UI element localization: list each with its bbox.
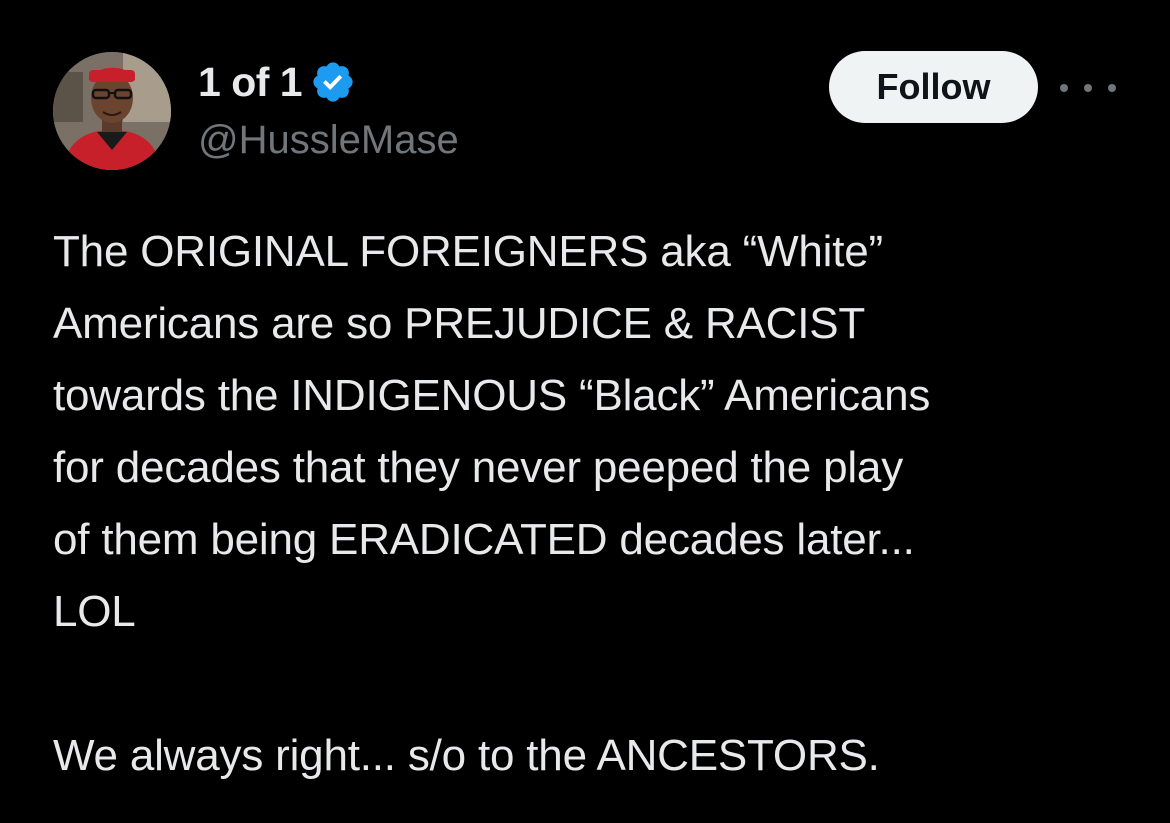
- follow-button[interactable]: Follow: [829, 51, 1038, 123]
- author-handle[interactable]: @HussleMase: [198, 114, 459, 166]
- author-display-name[interactable]: 1 of 1: [198, 56, 303, 108]
- more-options-button[interactable]: [1060, 72, 1116, 104]
- tweet-line: towards the INDIGENOUS “Black” Americans: [53, 371, 931, 420]
- tweet-line: Americans are so PREJUDICE & RACIST: [53, 299, 866, 348]
- author-avatar[interactable]: [53, 52, 171, 170]
- tweet-line: We always right... s/o to the ANCESTORS.: [53, 731, 880, 780]
- ellipsis-icon: [1108, 84, 1116, 92]
- tweet-line: of them being ERADICATED decades later..…: [53, 515, 915, 564]
- ellipsis-icon: [1060, 84, 1068, 92]
- author-name-row[interactable]: 1 of 1: [198, 56, 356, 108]
- tweet-line: The ORIGINAL FOREIGNERS aka “White”: [53, 227, 883, 276]
- tweet-line: for decades that they never peeped the p…: [53, 443, 904, 492]
- tweet-line: LOL: [53, 587, 136, 636]
- avatar-photo-icon: [53, 52, 171, 170]
- ellipsis-icon: [1084, 84, 1092, 92]
- tweet-body: The ORIGINAL FOREIGNERS aka “White” Amer…: [53, 216, 1143, 792]
- verified-badge-icon[interactable]: [310, 59, 356, 105]
